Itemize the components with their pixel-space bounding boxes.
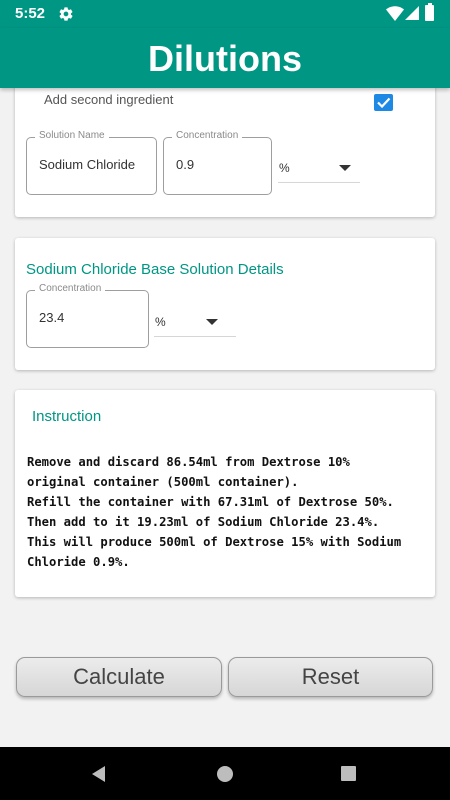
base-concentration-field[interactable]: Concentration 23.4 bbox=[26, 283, 149, 348]
back-icon[interactable] bbox=[92, 766, 105, 782]
solution-name-field[interactable]: Solution Name Sodium Chloride bbox=[26, 130, 157, 195]
base-solution-card: Sodium Chloride Base Solution Details Co… bbox=[15, 238, 435, 370]
base-concentration-value: 23.4 bbox=[39, 310, 65, 325]
app-title: Dilutions bbox=[148, 38, 302, 79]
base-concentration-label: Concentration bbox=[35, 283, 106, 294]
unit-dropdown[interactable]: % bbox=[278, 153, 360, 183]
app-bar: Dilutions bbox=[0, 28, 450, 88]
home-icon[interactable] bbox=[217, 766, 233, 782]
status-time: 5:52 bbox=[15, 5, 46, 22]
solution-name-value: Sodium Chloride bbox=[39, 157, 136, 172]
gear-icon bbox=[59, 7, 73, 21]
instruction-card: Instruction Remove and discard 86.54ml f… bbox=[15, 390, 435, 597]
chevron-down-icon bbox=[206, 319, 218, 325]
instruction-title: Instruction bbox=[32, 408, 102, 425]
chevron-down-icon bbox=[339, 165, 351, 171]
base-unit-dropdown[interactable]: % bbox=[154, 307, 236, 337]
battery-icon bbox=[425, 3, 434, 21]
calculate-button[interactable]: Calculate bbox=[16, 657, 222, 697]
instruction-text: Remove and discard 86.54ml from Dextrose… bbox=[27, 455, 402, 569]
concentration-label: Concentration bbox=[172, 130, 243, 141]
second-ingredient-card: Add second ingredient Solution Name Sodi… bbox=[15, 70, 435, 217]
base-solution-title: Sodium Chloride Base Solution Details bbox=[26, 261, 284, 278]
reset-button[interactable]: Reset bbox=[228, 657, 433, 697]
status-bar: 5:52 bbox=[0, 0, 450, 28]
signal-icon bbox=[405, 6, 419, 20]
concentration-value: 0.9 bbox=[176, 157, 195, 172]
add-second-ingredient-label: Add second ingredient bbox=[44, 92, 174, 107]
concentration-field[interactable]: Concentration 0.9 bbox=[163, 130, 272, 195]
navigation-bar bbox=[0, 747, 450, 800]
wifi-icon bbox=[386, 6, 404, 21]
check-icon bbox=[377, 97, 391, 109]
solution-name-label: Solution Name bbox=[35, 130, 109, 141]
add-second-ingredient-checkbox[interactable] bbox=[374, 94, 393, 111]
base-unit-value: % bbox=[155, 315, 166, 329]
recent-apps-icon[interactable] bbox=[341, 766, 356, 781]
unit-value: % bbox=[279, 161, 290, 175]
